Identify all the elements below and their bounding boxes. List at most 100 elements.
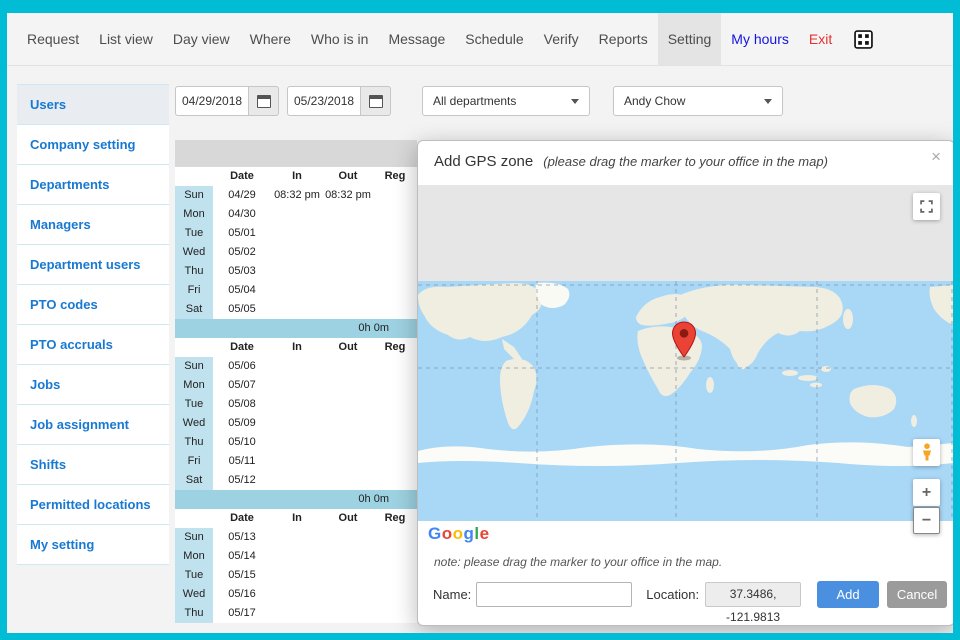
table-row: Mon 05/07 (175, 376, 417, 395)
col-date: Date (213, 167, 271, 186)
day-cell: Tue (175, 224, 213, 243)
col-reg: Reg (373, 167, 417, 186)
day-cell: Mon (175, 205, 213, 224)
sidebar-item-departments[interactable]: Departments (17, 165, 169, 205)
reg-cell (373, 186, 417, 205)
week-header-row: Date In Out Reg (175, 338, 417, 357)
day-cell: Mon (175, 547, 213, 566)
week-total-row: 0h 0m (175, 490, 417, 509)
location-label: Location: (646, 587, 699, 602)
nav-item-reports[interactable]: Reports (589, 13, 658, 65)
table-row: Wed 05/02 (175, 243, 417, 262)
zoom-out-button[interactable]: − (913, 507, 940, 534)
nav-item-who-is-in[interactable]: Who is in (301, 13, 379, 65)
table-row: Tue 05/15 (175, 566, 417, 585)
sidebar-item-department-users[interactable]: Department users (17, 245, 169, 285)
table-row: Tue 05/01 (175, 224, 417, 243)
day-cell: Tue (175, 566, 213, 585)
day-cell: Mon (175, 376, 213, 395)
table-row: Sun 04/29 08:32 pm 08:32 pm (175, 186, 417, 205)
timesheet-header-band (175, 140, 417, 167)
sidebar-item-managers[interactable]: Managers (17, 205, 169, 245)
nav-item-setting[interactable]: Setting (658, 13, 722, 65)
date-from-input[interactable] (175, 86, 249, 116)
zoom-in-button[interactable]: + (913, 479, 940, 506)
cancel-button[interactable]: Cancel (887, 581, 947, 608)
table-row: Fri 05/04 (175, 281, 417, 300)
table-row: Wed 05/16 (175, 585, 417, 604)
day-cell: Tue (175, 395, 213, 414)
dialog-form: Name: Location: 37.3486, -121.9813 Add C… (418, 581, 954, 608)
nav-item-verify[interactable]: Verify (534, 13, 589, 65)
week-total-row: 0h 0m (175, 319, 417, 338)
table-row: Wed 05/09 (175, 414, 417, 433)
location-value-field[interactable]: 37.3486, -121.9813 (705, 582, 801, 607)
date-cell: 05/04 (213, 281, 271, 300)
week-header-row: Date In Out Reg (175, 509, 417, 528)
day-cell: Sun (175, 186, 213, 205)
add-button[interactable]: Add (817, 581, 879, 608)
nav-item-message[interactable]: Message (378, 13, 455, 65)
table-row: Thu 05/17 (175, 604, 417, 623)
employee-select[interactable]: Andy Chow (613, 86, 783, 116)
date-cell: 05/10 (213, 433, 271, 452)
date-cell: 05/09 (213, 414, 271, 433)
add-gps-zone-dialog: Add GPS zone (please drag the marker to y… (417, 140, 955, 626)
dialog-subtitle: (please drag the marker to your office i… (543, 154, 828, 169)
nav-item-day-view[interactable]: Day view (163, 13, 240, 65)
table-row: Mon 05/14 (175, 547, 417, 566)
date-cell: 05/07 (213, 376, 271, 395)
scan-icon[interactable] (854, 30, 873, 49)
sidebar-item-job-assignment[interactable]: Job assignment (17, 405, 169, 445)
sidebar-item-pto-accruals[interactable]: PTO accruals (17, 325, 169, 365)
sidebar-item-permitted-locations[interactable]: Permitted locations (17, 485, 169, 525)
date-to-calendar-button[interactable] (361, 86, 391, 116)
nav-item-my-hours[interactable]: My hours (721, 13, 799, 65)
table-row: Thu 05/03 (175, 262, 417, 281)
date-cell: 04/29 (213, 186, 271, 205)
date-cell: 05/05 (213, 300, 271, 319)
nav-item-schedule[interactable]: Schedule (455, 13, 533, 65)
dialog-header: Add GPS zone (please drag the marker to y… (418, 141, 954, 171)
date-cell: 04/30 (213, 205, 271, 224)
date-cell: 05/15 (213, 566, 271, 585)
day-cell: Sat (175, 471, 213, 490)
chevron-down-icon (764, 99, 772, 104)
week-header-row: Date In Out Reg (175, 167, 417, 186)
sidebar-item-my-setting[interactable]: My setting (17, 525, 169, 565)
sidebar-item-company-setting[interactable]: Company setting (17, 125, 169, 165)
day-cell: Thu (175, 433, 213, 452)
calendar-icon (257, 95, 271, 108)
day-cell: Sat (175, 300, 213, 319)
nav-item-exit[interactable]: Exit (799, 13, 842, 65)
sidebar-item-jobs[interactable]: Jobs (17, 365, 169, 405)
sidebar-item-users[interactable]: Users (17, 85, 169, 125)
sidebar-item-shifts[interactable]: Shifts (17, 445, 169, 485)
google-logo[interactable]: Google (428, 524, 490, 544)
name-input[interactable] (476, 582, 632, 607)
map-marker[interactable] (671, 321, 697, 366)
table-row: Tue 05/08 (175, 395, 417, 414)
day-cell: Thu (175, 604, 213, 623)
nav-item-where[interactable]: Where (240, 13, 301, 65)
google-map[interactable]: + − Google (418, 185, 954, 545)
date-to-input[interactable] (287, 86, 361, 116)
dialog-title: Add GPS zone (434, 153, 533, 170)
table-row: Thu 05/10 (175, 433, 417, 452)
date-from-calendar-button[interactable] (249, 86, 279, 116)
date-cell: 05/03 (213, 262, 271, 281)
pegman-icon[interactable] (913, 439, 940, 466)
date-cell: 05/01 (213, 224, 271, 243)
department-select[interactable]: All departments (422, 86, 590, 116)
col-out: Out (323, 167, 373, 186)
employee-select-value: Andy Chow (624, 94, 685, 108)
close-icon[interactable]: × (931, 147, 941, 167)
date-cell: 05/06 (213, 357, 271, 376)
nav-item-list-view[interactable]: List view (89, 13, 163, 65)
date-cell: 05/08 (213, 395, 271, 414)
fullscreen-icon[interactable] (913, 193, 940, 220)
nav-item-request[interactable]: Request (17, 13, 89, 65)
date-to-group (287, 86, 391, 116)
sidebar-item-pto-codes[interactable]: PTO codes (17, 285, 169, 325)
world-map-graphic (418, 281, 954, 521)
